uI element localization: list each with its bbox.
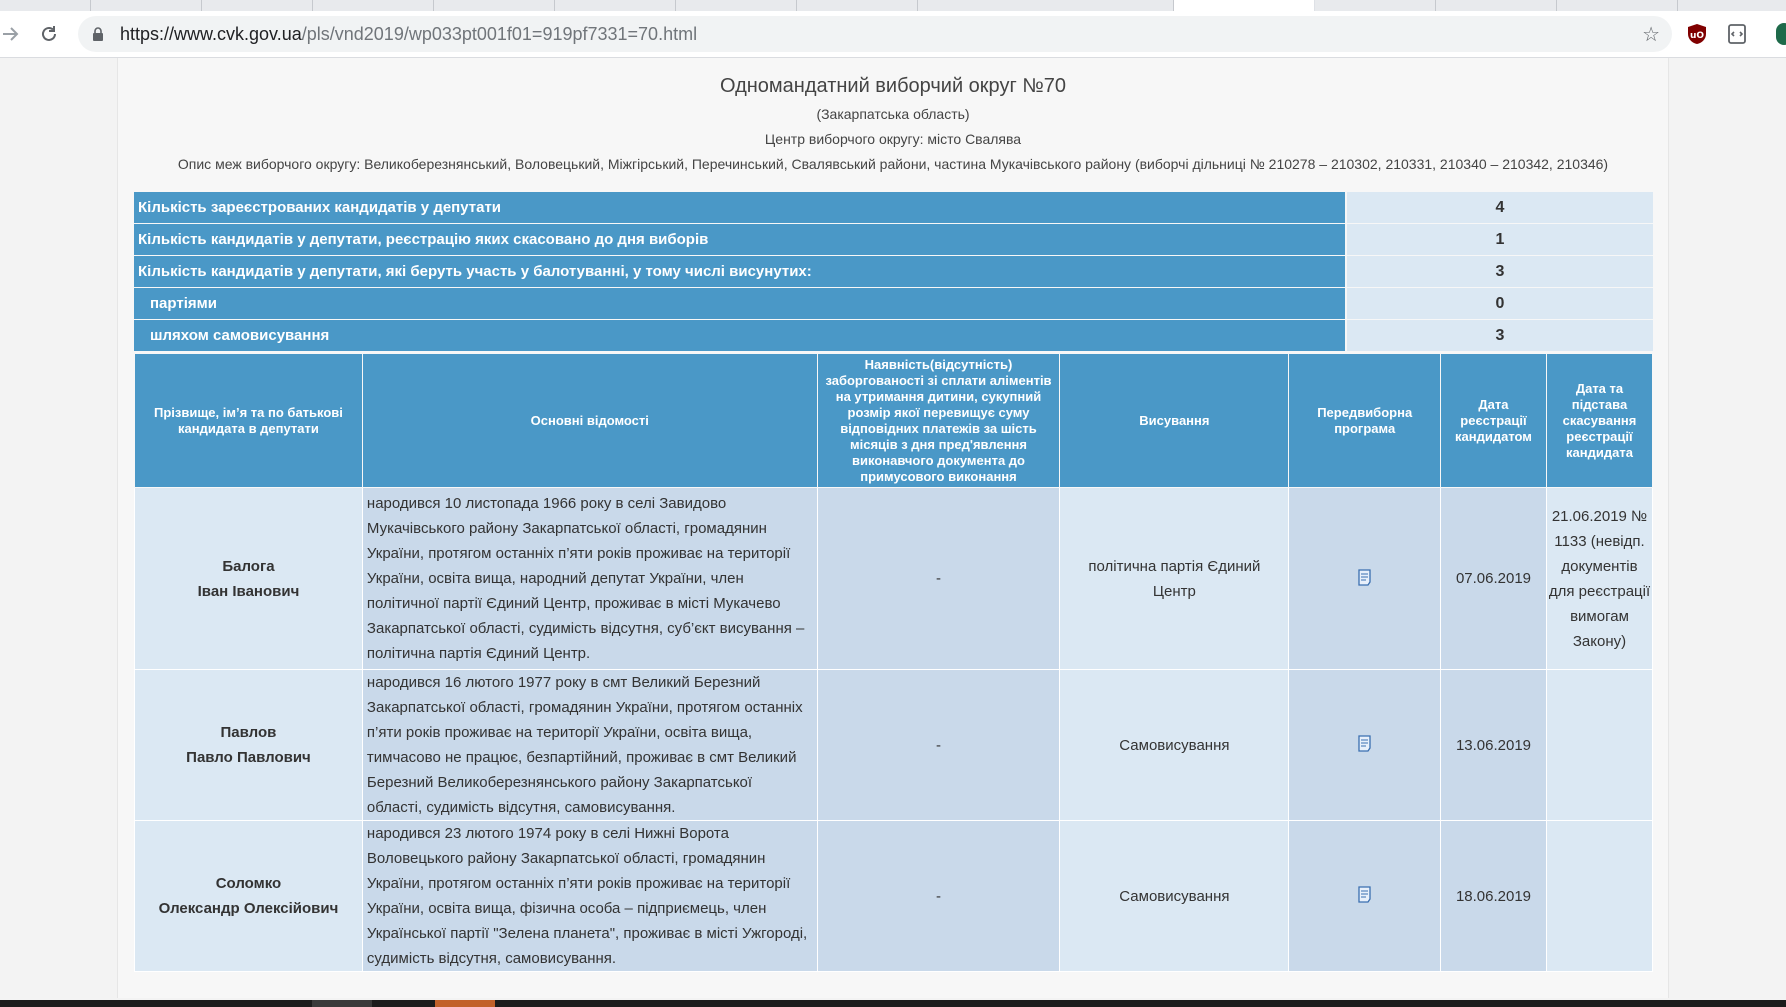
arrow-right-icon (3, 27, 19, 41)
stat-row-registered: Кількість зареєстрованих кандидатів у де… (134, 192, 1653, 223)
program-document-icon[interactable] (1355, 567, 1375, 591)
page-content: Одномандатний виборчий округ №70 (Закарп… (117, 58, 1669, 998)
svg-text:uO: uO (1690, 31, 1704, 41)
browser-tab[interactable] (434, 0, 555, 11)
lock-icon (93, 27, 103, 41)
os-taskbar (0, 1000, 1786, 1007)
district-description: Опис меж виборчого округу: Великоберезня… (177, 156, 1609, 172)
stat-label: партіями (134, 288, 1347, 319)
url-path: /pls/vnd2019/wp033pt001f01=919pf7331=70.… (301, 24, 698, 44)
header-cancellation: Дата та підстава скасування реєстрації к… (1545, 353, 1654, 488)
registration-date: 13.06.2019 (1439, 669, 1547, 821)
browser-tab[interactable] (313, 0, 434, 11)
page-title: Одномандатний виборчий округ №70 (719, 75, 1067, 97)
alimony-debt: - (816, 669, 1061, 821)
browser-tab[interactable] (0, 0, 91, 11)
candidate-surname: Павлов (220, 724, 277, 741)
header-main-info: Основні відомості (361, 353, 818, 488)
stat-value: 0 (1347, 288, 1653, 319)
header-candidate-name: Прізвище, ім’я та по батькові кандидата … (134, 353, 363, 488)
stat-label: шляхом самовисування (134, 320, 1347, 351)
alimony-debt: - (816, 487, 1061, 670)
alimony-debt: - (816, 820, 1061, 972)
stat-value: 3 (1347, 256, 1653, 287)
candidate-name: Балога Іван Іванович (134, 487, 363, 670)
stat-row-self-nominated: шляхом самовисування 3 (134, 320, 1653, 351)
browser-tab[interactable] (91, 0, 202, 11)
stat-label: Кількість кандидатів у депутати, реєстра… (134, 224, 1347, 255)
url-host: https://www.cvk.gov.ua (120, 24, 302, 44)
registration-date: 07.06.2019 (1439, 487, 1547, 670)
candidate-info: народився 23 лютого 1974 року в селі Ниж… (361, 820, 818, 972)
candidates-table: Прізвище, ім’я та по батькові кандидата … (134, 353, 1654, 972)
ublock-extension-icon[interactable]: uO (1686, 23, 1708, 45)
nomination: Самовисування (1059, 669, 1290, 821)
stat-label: Кількість кандидатів у депутати, які бер… (134, 256, 1347, 287)
taskbar-item[interactable] (312, 1000, 372, 1007)
candidate-name: Павлов Павло Павлович (134, 669, 363, 821)
profile-avatar[interactable] (1776, 23, 1786, 45)
stat-label: Кількість зареєстрованих кандидатів у де… (134, 192, 1347, 223)
url-text: https://www.cvk.gov.ua/pls/vnd2019/wp033… (120, 24, 697, 45)
candidate-name: Соломко Олександр Олексійович (134, 820, 363, 972)
program-document-icon[interactable] (1355, 733, 1375, 757)
table-header-row: Прізвище, ім’я та по батькові кандидата … (134, 353, 1654, 488)
stat-value: 3 (1347, 320, 1653, 351)
cancellation-info (1545, 820, 1654, 972)
candidate-given-name: Іван Іванович (197, 582, 300, 600)
program-cell (1288, 820, 1441, 972)
browser-tab[interactable] (676, 0, 797, 11)
stat-row-cancelled: Кількість кандидатів у депутати, реєстра… (134, 224, 1653, 255)
stat-value: 1 (1347, 224, 1653, 255)
program-document-icon[interactable] (1355, 884, 1375, 908)
header-registration-date: Дата реєстрації кандидатом (1439, 353, 1547, 488)
region-label: (Закарпатська область) (816, 106, 970, 122)
browser-tab-strip (0, 0, 1786, 11)
stat-row-by-parties: партіями 0 (134, 288, 1653, 319)
browser-tab[interactable] (555, 0, 676, 11)
stat-row-participating: Кількість кандидатів у депутати, які бер… (134, 256, 1653, 287)
candidate-surname: Балога (222, 557, 275, 575)
browser-tab-active[interactable] (1174, 0, 1314, 11)
table-row: Павлов Павло Павлович народився 16 лютого… (134, 669, 1654, 821)
stat-value: 4 (1347, 192, 1653, 223)
header-alimony-debt: Наявність(відсутність) заборгованості зі… (816, 353, 1061, 488)
nomination: Самовисування (1059, 820, 1290, 972)
browser-tab[interactable] (1315, 0, 1436, 11)
bookmark-star-icon[interactable]: ☆ (1642, 22, 1660, 47)
extension-page-icon[interactable] (1726, 23, 1748, 45)
browser-tab[interactable] (797, 0, 918, 11)
district-center: Центр виборчого округу: місто Свалява (764, 131, 1022, 147)
candidate-surname: Соломко (215, 875, 282, 892)
browser-tab[interactable] (1436, 0, 1557, 11)
forward-button[interactable] (0, 22, 24, 46)
program-cell (1288, 669, 1441, 821)
header-program: Передвиборна програма (1288, 353, 1441, 488)
browser-tab[interactable] (1557, 0, 1678, 11)
program-cell (1288, 487, 1441, 670)
registration-date: 18.06.2019 (1439, 820, 1547, 972)
browser-toolbar: https://www.cvk.gov.ua/pls/vnd2019/wp033… (0, 11, 1786, 58)
table-row: Балога Іван Іванович народився 10 листопа… (134, 487, 1654, 670)
browser-tab[interactable] (918, 0, 1174, 11)
reload-button[interactable] (37, 22, 61, 46)
candidate-given-name: Олександр Олексійович (158, 900, 339, 917)
taskbar-item-active[interactable] (435, 1000, 495, 1007)
nomination: політична партія Єдиний Центр (1059, 487, 1290, 670)
candidate-info: народився 10 листопада 1966 року в селі … (361, 487, 818, 670)
browser-tab[interactable] (202, 0, 313, 11)
stats-table: Кількість зареєстрованих кандидатів у де… (134, 192, 1653, 352)
address-bar[interactable]: https://www.cvk.gov.ua/pls/vnd2019/wp033… (78, 16, 1672, 52)
cancellation-info: 21.06.2019 № 1133 (невідп. документів дл… (1545, 487, 1654, 670)
table-row: Соломко Олександр Олексійович народився 2… (134, 820, 1654, 972)
candidate-given-name: Павло Павлович (186, 749, 311, 766)
candidate-info: народився 16 лютого 1977 року в смт Вели… (361, 669, 818, 821)
reload-icon (42, 26, 56, 41)
browser-tab[interactable] (1678, 0, 1786, 11)
cancellation-info (1545, 669, 1654, 821)
header-nomination: Висування (1059, 353, 1290, 488)
